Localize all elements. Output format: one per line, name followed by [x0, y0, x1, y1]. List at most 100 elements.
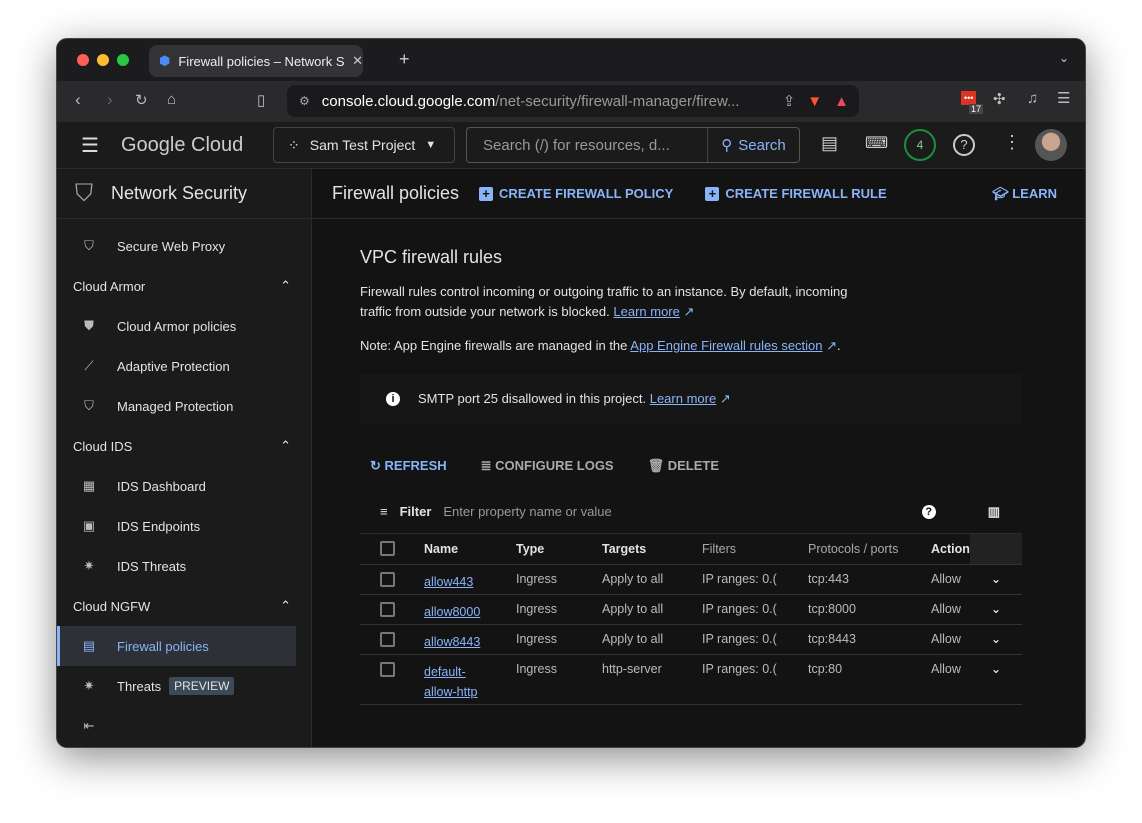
- external-link-icon: ↗: [719, 391, 731, 406]
- cell: Apply to all: [602, 564, 702, 595]
- close-window-button[interactable]: [77, 54, 89, 66]
- learn-icon: 🎓︎: [992, 185, 1013, 201]
- external-link-icon: ↗: [826, 338, 838, 353]
- sidebar-header: ⛉ Network Security: [57, 169, 311, 219]
- tab-bar: ⬢ Firewall policies – Network Se ✕ + ⌄: [57, 39, 1085, 81]
- endpoint-icon: ▣: [82, 518, 96, 533]
- search-button[interactable]: ⚲ Search: [707, 128, 799, 162]
- project-selector[interactable]: ⁘ Sam Test Project ▼: [273, 127, 455, 163]
- reload-icon[interactable]: ↻: [135, 91, 148, 109]
- maximize-window-button[interactable]: [117, 54, 129, 66]
- sidebar-item-threats[interactable]: ✷ Threats PREVIEW: [57, 666, 311, 706]
- expand-chevron-icon[interactable]: ⌄: [991, 572, 1001, 586]
- feedback-icon[interactable]: ▤: [821, 133, 838, 154]
- sidebar-item-managed-protection[interactable]: ⛉ Managed Protection: [57, 386, 311, 426]
- learn-button[interactable]: 🎓︎ LEARN: [992, 186, 1057, 202]
- cell: Allow: [931, 594, 970, 625]
- sidebar-item-ids-threats[interactable]: ✷ IDS Threats: [57, 546, 311, 586]
- extensions-puzzle-icon[interactable]: ✣: [993, 90, 1006, 108]
- cell: tcp:8443: [808, 624, 931, 655]
- section-cloud-ids[interactable]: Cloud IDS ⌃: [57, 426, 311, 466]
- brave-rewards-icon[interactable]: ▲: [834, 93, 849, 110]
- action-toolbar: ↻ REFRESH ≣ CONFIGURE LOGS 🗑︎ DELETE: [360, 454, 1022, 478]
- home-icon[interactable]: ⌂: [167, 91, 176, 108]
- site-settings-icon[interactable]: ⚙: [299, 94, 310, 108]
- collapse-icon: ⇤: [83, 718, 95, 733]
- column-display-icon[interactable]: ▥: [988, 504, 1000, 520]
- firewall-icon: ▤: [82, 638, 96, 653]
- preview-badge: PREVIEW: [169, 677, 235, 695]
- refresh-icon: ↻: [370, 458, 385, 473]
- cell: IP ranges: 0.(: [702, 594, 808, 625]
- forward-icon[interactable]: ›: [107, 90, 113, 110]
- select-all-checkbox[interactable]: [380, 541, 395, 557]
- hamburger-menu-icon[interactable]: ☰: [81, 133, 99, 158]
- cell: Allow: [931, 654, 970, 705]
- expand-chevron-icon[interactable]: ⌄: [991, 632, 1001, 646]
- filter-input[interactable]: Enter property name or value: [443, 504, 909, 519]
- section-cloud-ngfw[interactable]: Cloud NGFW ⌃: [57, 586, 311, 626]
- minimize-window-button[interactable]: [97, 54, 109, 66]
- collapse-sidebar-button[interactable]: ⇤: [57, 706, 311, 746]
- row-checkbox[interactable]: [380, 661, 395, 677]
- search-icon: ⚲: [721, 137, 733, 154]
- notifications-badge[interactable]: 4: [904, 129, 936, 161]
- table-row: allow8000 Ingress Apply to all IP ranges: 0…: [360, 594, 1022, 625]
- search-input[interactable]: Search (/) for resources, d...: [467, 137, 707, 154]
- google-cloud-logo[interactable]: Google Cloud: [121, 134, 243, 157]
- section-cloud-armor[interactable]: Cloud Armor ⌃: [57, 266, 311, 306]
- firewall-rules-table: Name Type Targets Filters Protocols / po…: [360, 534, 1022, 705]
- smtp-learn-more-link[interactable]: Learn more: [650, 391, 716, 406]
- sidebar-item-ids-dashboard[interactable]: ▦ IDS Dashboard: [57, 466, 311, 506]
- sidebar-item-adaptive-protection[interactable]: ⟋ Adaptive Protection: [57, 346, 311, 386]
- help-icon[interactable]: ?: [953, 134, 975, 156]
- rule-name-link[interactable]: default-allow-http: [424, 662, 484, 702]
- delete-button[interactable]: 🗑︎ DELETE: [648, 458, 719, 474]
- row-checkbox[interactable]: [380, 571, 395, 587]
- cell: tcp:8000: [808, 594, 931, 625]
- sidebar-item-ids-endpoints[interactable]: ▣ IDS Endpoints: [57, 506, 311, 546]
- avatar[interactable]: [1035, 129, 1067, 161]
- rule-name-link[interactable]: allow8000: [424, 605, 480, 619]
- cloud-shell-icon[interactable]: ⌨: [865, 133, 888, 153]
- table-row: allow8443 Ingress Apply to all IP ranges: 0…: [360, 624, 1022, 655]
- rule-name-link[interactable]: allow8443: [424, 635, 480, 649]
- sidebar-item-secure-web-proxy[interactable]: ⛉ Secure Web Proxy: [57, 226, 311, 266]
- share-icon[interactable]: ⇪: [783, 92, 796, 110]
- rule-name-link[interactable]: allow443: [424, 575, 473, 589]
- app-engine-firewall-link[interactable]: App Engine Firewall rules section: [630, 338, 822, 353]
- info-icon: i: [386, 392, 400, 406]
- more-options-icon[interactable]: ⋮: [1003, 132, 1021, 153]
- create-firewall-policy-button[interactable]: + CREATE FIREWALL POLICY: [479, 186, 673, 201]
- expand-chevron-icon[interactable]: ⌄: [991, 662, 1001, 676]
- url-field[interactable]: ⚙ console.cloud.google.com/net-security/…: [287, 85, 859, 117]
- row-checkbox[interactable]: [380, 631, 395, 647]
- create-firewall-rule-button[interactable]: + CREATE FIREWALL RULE: [705, 186, 887, 201]
- menu-icon[interactable]: ☰: [1057, 89, 1070, 107]
- dropdown-arrow-icon: ▼: [425, 139, 437, 151]
- learn-more-link[interactable]: Learn more: [613, 304, 679, 319]
- help-icon[interactable]: ?: [921, 504, 936, 519]
- cell: IP ranges: 0.(: [702, 654, 808, 705]
- close-tab-icon[interactable]: ✕: [352, 53, 363, 69]
- extension-icon[interactable]: •••: [961, 91, 977, 105]
- bookmark-icon[interactable]: ▯: [257, 91, 265, 109]
- proxy-icon: ⛉: [84, 238, 94, 253]
- cell: Ingress: [516, 564, 602, 595]
- sidebar-item-firewall-policies[interactable]: ▤ Firewall policies: [57, 626, 296, 666]
- media-icon[interactable]: ♫: [1027, 90, 1038, 107]
- new-tab-icon[interactable]: +: [399, 49, 410, 70]
- chevron-up-icon: ⌃: [280, 598, 291, 613]
- row-checkbox[interactable]: [380, 601, 395, 617]
- brave-shield-icon[interactable]: ▼: [807, 93, 822, 110]
- refresh-button[interactable]: ↻ REFRESH: [370, 458, 447, 474]
- chart-icon: ⟋: [84, 358, 94, 373]
- back-icon[interactable]: ‹: [75, 90, 81, 110]
- tab-list-chevron-icon[interactable]: ⌄: [1059, 51, 1069, 65]
- configure-logs-button[interactable]: ≣ CONFIGURE LOGS: [481, 458, 614, 474]
- browser-tab[interactable]: ⬢ Firewall policies – Network Se ✕: [149, 45, 363, 77]
- sidebar-item-cloud-armor-policies[interactable]: ⛊ Cloud Armor policies: [57, 306, 311, 346]
- network-security-shield-icon: ⛉: [75, 179, 93, 207]
- expand-chevron-icon[interactable]: ⌄: [991, 602, 1001, 616]
- cell: Allow: [931, 564, 970, 595]
